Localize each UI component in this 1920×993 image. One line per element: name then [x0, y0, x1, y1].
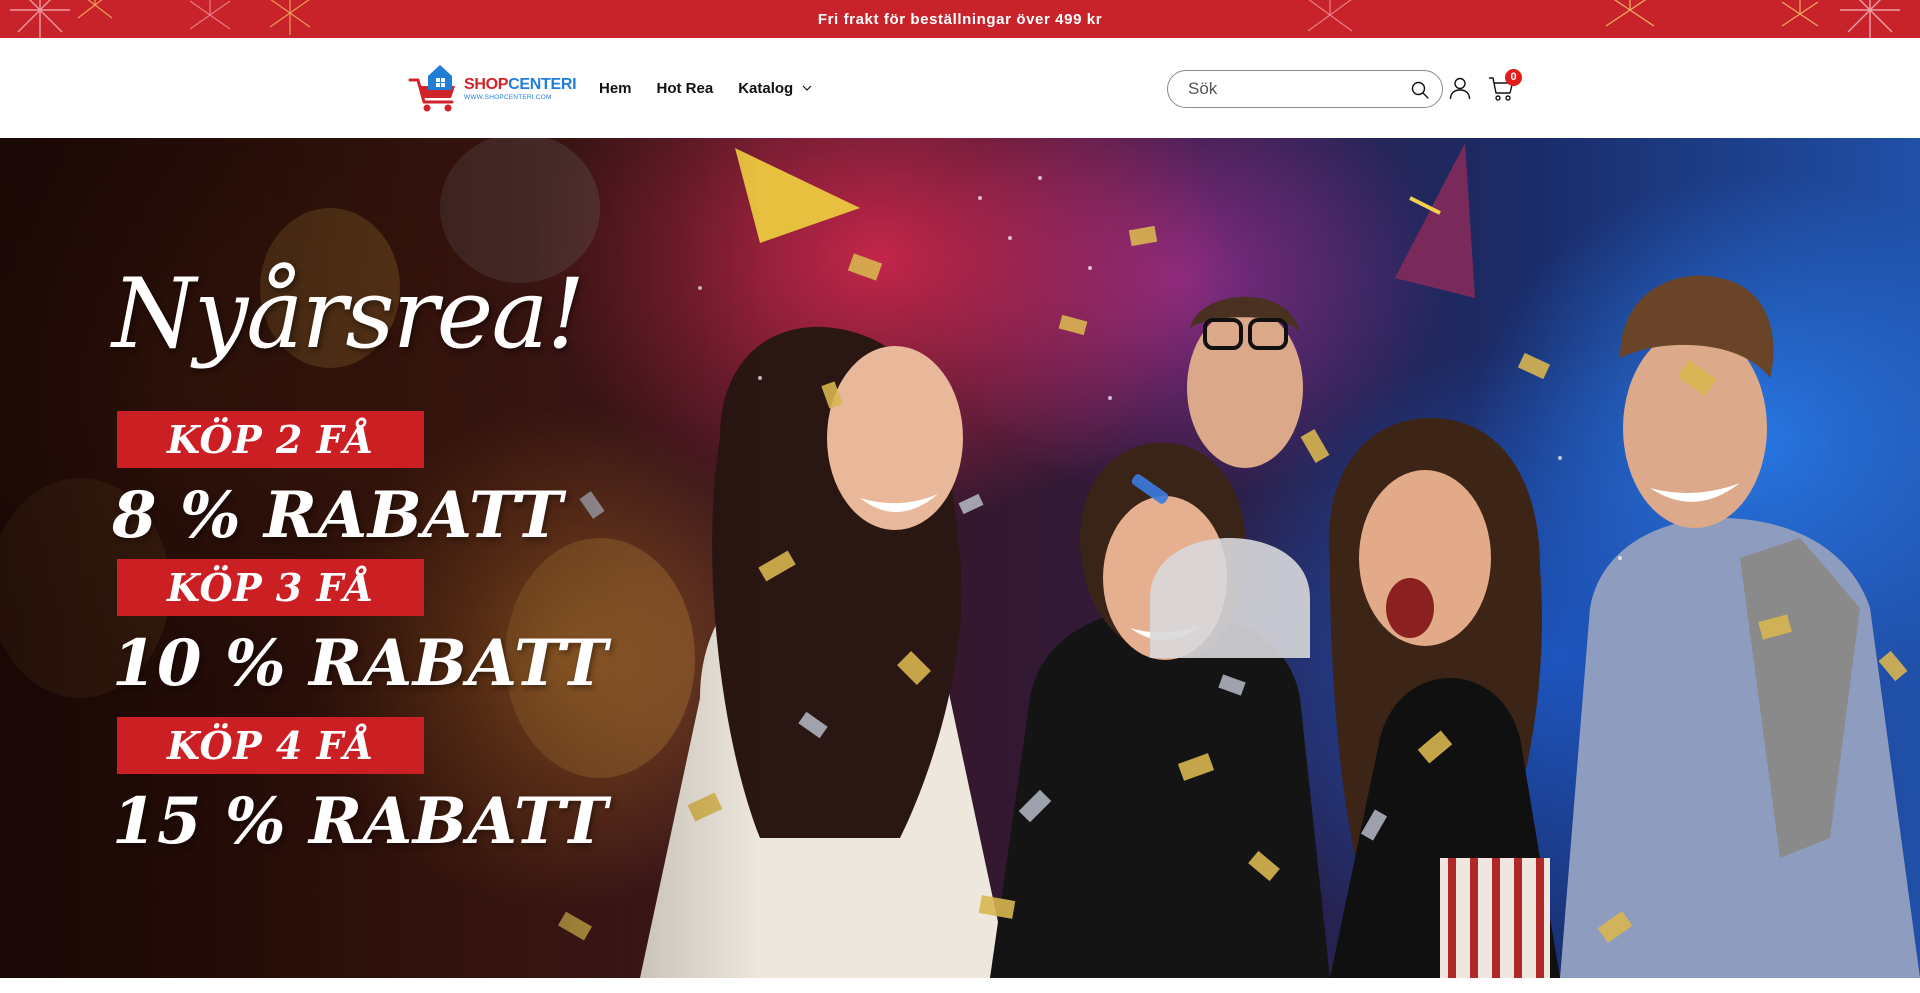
chevron-down-icon — [802, 85, 812, 91]
cart-house-logo-icon — [408, 65, 455, 112]
logo-tagline: WWW.SHOPCENTERI.COM — [464, 94, 552, 101]
main-nav: Hem Hot Rea Katalog — [599, 38, 837, 138]
promo-discount-3: 15 % RABATT — [112, 784, 608, 859]
promo-discount-1: 8 % RABATT — [112, 478, 563, 553]
search-box[interactable] — [1167, 70, 1443, 108]
firework-decoration-left2 — [189, 0, 311, 35]
nav-item-hem[interactable]: Hem — [599, 80, 632, 97]
promo-tag-1: KÖP 2 FÅ — [117, 411, 424, 468]
hero-banner[interactable]: Nyårsrea! KÖP 2 FÅ 8 % RABATT KÖP 3 FÅ 1… — [0, 138, 1920, 978]
firework-decoration-right — [1605, 0, 1900, 38]
promo-tag-2: KÖP 3 FÅ — [117, 559, 424, 616]
cart-count-badge: 0 — [1505, 69, 1522, 86]
promo-discount-2: 10 % RABATT — [112, 626, 608, 701]
firework-decoration-mid — [1307, 0, 1353, 32]
logo[interactable]: SHOPCENTERI WWW.SHOPCENTERI.COM — [408, 62, 577, 114]
search-input[interactable] — [1188, 79, 1388, 99]
logo-wordmark: SHOPCENTERI — [464, 76, 577, 93]
promo-tag-3: KÖP 4 FÅ — [117, 717, 424, 774]
announcement-text: Fri frakt för beställningar över 499 kr — [817, 10, 1103, 28]
nav-item-katalog[interactable]: Katalog — [738, 80, 812, 97]
search-icon[interactable] — [1411, 81, 1429, 99]
nav-item-hot-rea[interactable]: Hot Rea — [657, 80, 714, 97]
announcement-bar: Fri frakt för beställningar över 499 kr — [0, 0, 1920, 38]
hero-title: Nyårsrea! — [112, 258, 585, 370]
account-icon[interactable] — [1448, 76, 1472, 100]
firework-decoration-left — [10, 0, 113, 38]
site-header: SHOPCENTERI WWW.SHOPCENTERI.COM Hem Hot … — [0, 38, 1920, 138]
